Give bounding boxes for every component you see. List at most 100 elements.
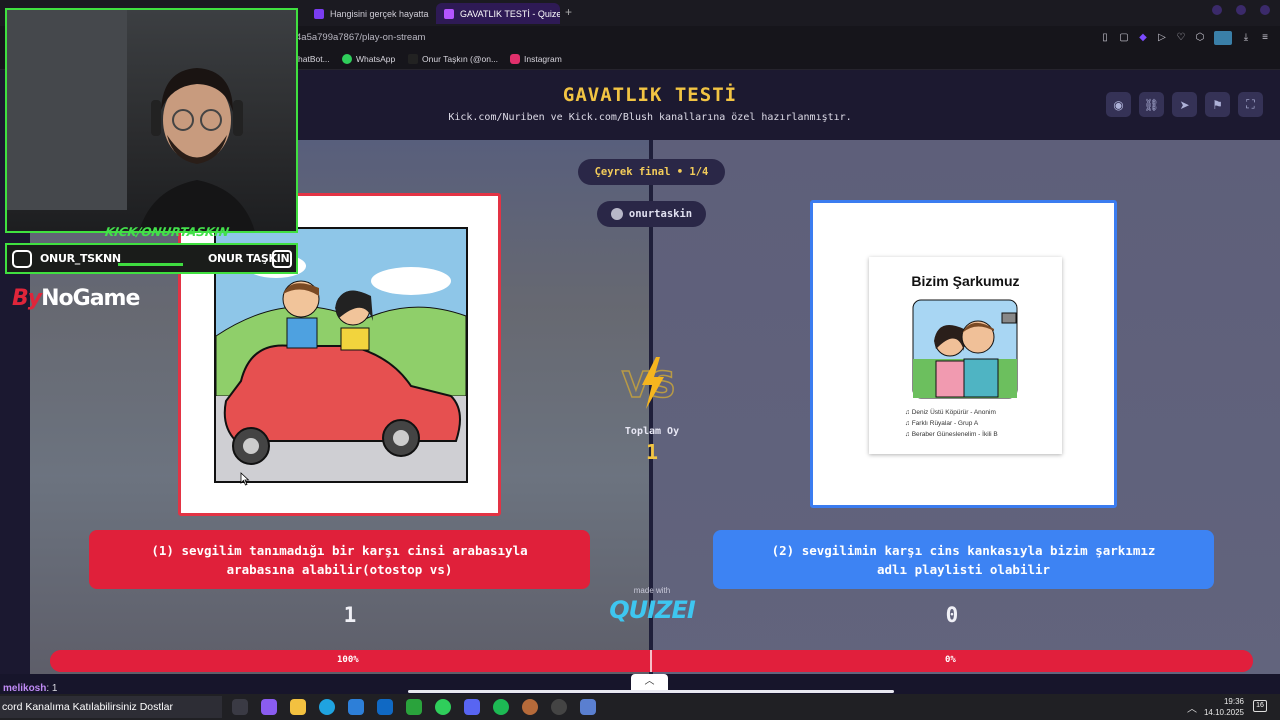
edge-icon[interactable] [319, 699, 335, 715]
close-icon[interactable] [1260, 5, 1270, 15]
vote-count-right: 0 [945, 603, 959, 627]
url-field[interactable]: 4a5a799a7867/play-on-stream [296, 32, 425, 43]
maximize-icon[interactable] [1236, 5, 1246, 15]
chevron-up-icon[interactable]: ︿ [631, 674, 668, 690]
whatsapp-icon [342, 54, 352, 64]
bookmark-icon[interactable]: ▯ [1100, 33, 1110, 43]
tab-hangisini[interactable]: Hangisini gerçek hayatta [306, 3, 432, 24]
player-name: onurtaskin [628, 208, 693, 220]
clock[interactable]: 19:36 14.10.2025 [1204, 696, 1244, 718]
screenshot-icon[interactable]: ▢ [1119, 33, 1129, 43]
avatar [610, 208, 623, 220]
made-with-label: made with [633, 586, 671, 595]
webcam-background [7, 10, 127, 210]
song-item: ♫ Deniz Üstü Köpürür - Anonim [905, 409, 996, 416]
app-icon[interactable] [580, 699, 596, 715]
percent-left: 100% [337, 655, 359, 665]
streamer-image [139, 68, 255, 231]
bookmark-whatsapp[interactable]: WhatsApp [342, 54, 395, 64]
send-icon[interactable]: ➤ [1172, 92, 1197, 117]
tiktok-icon [408, 54, 418, 64]
total-votes-label: Toplam Oy [624, 426, 680, 437]
link-icon[interactable]: ⛓ [1139, 92, 1164, 117]
total-votes-value: 1 [645, 440, 659, 464]
tab-favicon-icon [314, 8, 324, 19]
profile-image-icon[interactable] [1214, 31, 1232, 45]
menu-icon[interactable]: ≡ [1260, 33, 1270, 43]
xbox-icon[interactable] [406, 699, 422, 715]
bookmark-label: WhatsApp [356, 54, 396, 64]
horizontal-scrollbar[interactable] [408, 690, 894, 693]
vpn-shield-icon[interactable]: ◆ [1138, 33, 1148, 43]
copilot-icon[interactable] [261, 699, 277, 715]
header-actions: ◉ ⛓ ➤ ⚑ ⛶ [1106, 92, 1263, 117]
screen: Hangisini gerçek hayatta GAVATLIK TESTİ … [0, 0, 1280, 720]
social-bar-divider [118, 263, 183, 266]
playlist-card: Bizim Şarkumuz ♫ Deniz Üstü Köpürür - An… [869, 257, 1062, 454]
instagram-icon [12, 250, 32, 268]
song-item: ♫ Beraber Güneslenelim - İkili B [905, 431, 998, 438]
spotify-icon[interactable] [493, 699, 509, 715]
eye-icon[interactable]: ◉ [1106, 92, 1131, 117]
new-tab-button[interactable]: + [565, 5, 572, 19]
bookmark-label: Instagram [524, 54, 562, 64]
tray-chevron-up-icon[interactable]: ︿ [1187, 700, 1197, 715]
bookmark-tiktok[interactable]: Onur Taşkın (@on... [408, 54, 498, 64]
recording-icon[interactable] [551, 699, 567, 715]
selfie-couple-illustration [912, 299, 1018, 399]
clock-time: 19:36 [1223, 697, 1244, 706]
flag-icon[interactable]: ⚑ [1205, 92, 1230, 117]
instagram-handle: ONUR_TSKNN [40, 252, 121, 265]
vote-progress-bar: 100% 0% [50, 650, 1253, 672]
bookmark-label: Onur Taşkın (@on... [422, 54, 499, 64]
option-right-button[interactable]: (2) sevgilimin karşı cins kankasıyla biz… [713, 530, 1214, 589]
vote-count-left: 1 [343, 603, 357, 627]
task-view-icon[interactable] [232, 699, 248, 715]
bookmark-label: hatBot... [298, 54, 330, 64]
song-list: ♫ Deniz Üstü Köpürür - Anonim ♫ Farklı R… [905, 407, 998, 440]
quizei-logo[interactable]: QUIZEI [606, 596, 698, 624]
tab-quizei[interactable]: GAVATLIK TESTİ - Quizei [436, 3, 560, 24]
extensions-icon[interactable]: ⬡ [1195, 33, 1205, 43]
store-icon[interactable] [348, 699, 364, 715]
tab-favicon-icon [444, 8, 454, 19]
browser-toolbar: ▯ ▢ ◆ ▷ ♡ ⬡ ⤓ ≡ [1100, 31, 1270, 45]
discord-icon[interactable] [464, 699, 480, 715]
chat-message: melikosh: 1 [3, 683, 57, 694]
kick-channel-tag: KICK/ONURTASKIN [104, 225, 230, 239]
clock-date: 14.10.2025 [1203, 708, 1244, 717]
option-left-button[interactable]: (1) sevgilim tanımadığı bir karşı cinsi … [89, 530, 590, 589]
heart-icon[interactable]: ♡ [1176, 33, 1186, 43]
bookmark-chatbot[interactable]: hatBot... [298, 54, 330, 64]
outlook-icon[interactable] [377, 699, 393, 715]
webcam-feed [5, 8, 298, 233]
fullscreen-icon[interactable]: ⛶ [1238, 92, 1263, 117]
chat-text: : 1 [46, 683, 58, 694]
bynogame-logo: ByNoGame [12, 286, 140, 311]
playlist-title: Bizim Şarkumuz [911, 273, 1020, 289]
chat-username: melikosh [3, 683, 47, 694]
play-icon[interactable]: ▷ [1157, 33, 1167, 43]
minimize-icon[interactable] [1212, 5, 1222, 15]
song-item: ♫ Farklı Rüyalar - Grup A [905, 420, 979, 427]
file-explorer-icon[interactable] [290, 699, 306, 715]
obs-icon[interactable] [522, 699, 538, 715]
tab-label: GAVATLIK TESTİ - Quizei [460, 8, 560, 19]
window-controls [1212, 5, 1270, 15]
option-card-left[interactable] [178, 193, 501, 516]
tab-label: Hangisini gerçek hayatta [330, 8, 429, 19]
option-card-right[interactable]: Bizim Şarkumuz ♫ Deniz Üstü Köpürür - An… [810, 200, 1117, 508]
vs-lightning-icon: VS [621, 357, 677, 409]
mouse-cursor-icon [240, 472, 250, 486]
player-badge: onurtaskin [597, 201, 706, 227]
whatsapp-icon[interactable] [435, 699, 451, 715]
youtube-icon [272, 250, 292, 268]
round-badge: Çeyrek final • 1/4 [578, 159, 725, 185]
percent-right: 0% [945, 655, 956, 665]
progress-split [650, 650, 652, 672]
discord-banner: cord Kanalıma Katılabilirsiniz Dostlar [0, 696, 222, 718]
notification-icon[interactable]: 16 [1253, 700, 1267, 712]
taskbar-apps [232, 699, 596, 715]
bookmark-instagram[interactable]: Instagram [510, 54, 562, 64]
download-icon[interactable]: ⤓ [1241, 33, 1251, 43]
